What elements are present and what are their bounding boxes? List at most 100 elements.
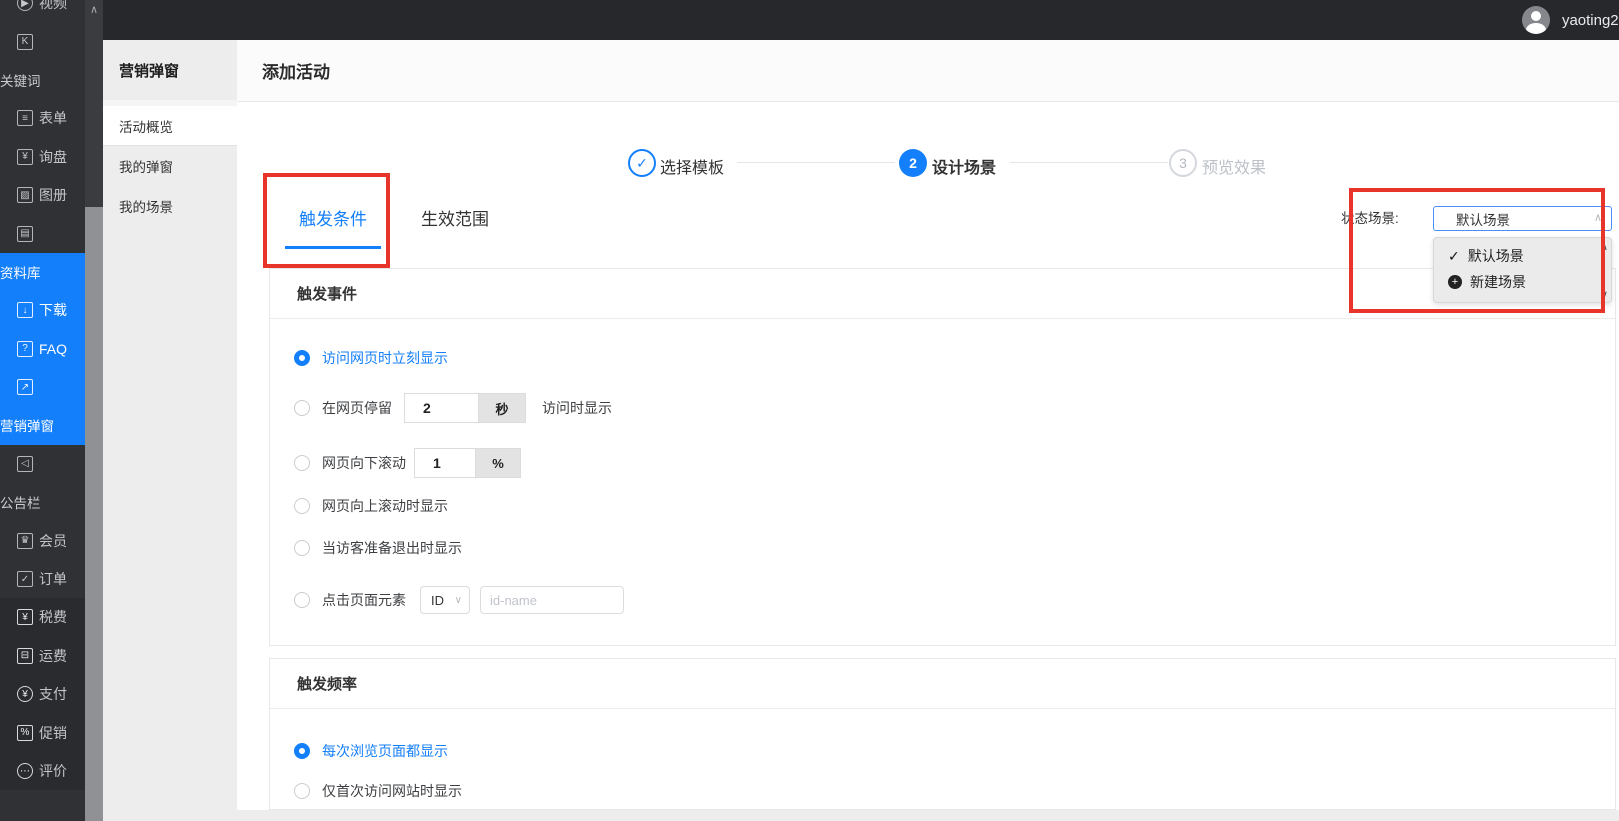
option-scroll-down-percent: 网页向下滚动 %	[294, 448, 521, 478]
unit-addon-percent: %	[475, 448, 521, 478]
trigger-event-section: 触发事件 访问网页时立刻显示 在网页停留 秒 访问时显示 网页向下滚动 % 网页…	[269, 268, 1616, 646]
step-3-circle: 3	[1169, 149, 1197, 177]
element-id-input[interactable]	[480, 586, 624, 614]
sidebar-item-member[interactable]: ♛会员	[0, 521, 85, 559]
video-icon: ▶	[17, 0, 33, 11]
comment-icon: ⋯	[17, 763, 33, 779]
section-title: 触发事件	[297, 283, 357, 304]
step-1-circle: ✓	[628, 149, 656, 177]
step-connector	[1010, 162, 1168, 163]
top-bar: yaoting20	[0, 0, 1619, 40]
scene-select-label: 状态场景:	[1341, 207, 1399, 227]
tab-bar: 触发条件 生效范围	[285, 195, 491, 249]
k-icon: K	[17, 34, 33, 50]
radio-selected[interactable]	[294, 743, 310, 759]
scene-select-value: 默认场景	[1456, 209, 1510, 229]
chevron-down-icon: ∨	[455, 595, 462, 606]
crown-icon: ♛	[17, 533, 33, 549]
sidebar-item-cards[interactable]: ▤	[0, 214, 85, 252]
sidebar-item-video[interactable]: ▶视频	[0, 0, 85, 22]
sidebar-group-announcement[interactable]: 公告栏	[0, 483, 85, 521]
sidebar-item-download[interactable]: ↓下载	[0, 291, 85, 329]
sidebar-group-keywords[interactable]: 关键词	[0, 61, 85, 99]
download-icon: ↓	[17, 302, 33, 318]
radio[interactable]	[294, 783, 310, 799]
scroll-percent-input[interactable]	[414, 448, 476, 478]
tab-trigger-conditions[interactable]: 触发条件	[285, 195, 381, 249]
sidebar-item-form[interactable]: ≡表单	[0, 99, 85, 137]
page-title: 添加活动	[262, 58, 330, 83]
page-background-strip	[237, 810, 1619, 821]
sidebar-group-marketing-popup[interactable]: 营销弹窗	[0, 406, 85, 444]
option-show-immediately: 访问网页时立刻显示	[294, 343, 448, 373]
sidebar-item-order[interactable]: ✓订单	[0, 560, 85, 598]
dropdown-scroll-down-icon[interactable]: ∨	[1600, 288, 1608, 301]
tab-effective-range[interactable]: 生效范围	[419, 195, 491, 249]
option-stay-seconds: 在网页停留 秒 访问时显示	[294, 393, 612, 423]
cards-icon: ▤	[17, 226, 33, 242]
section-title: 触发频率	[297, 673, 357, 694]
sidebar-item-gallery[interactable]: ▨图册	[0, 176, 85, 214]
option-click-element: 点击页面元素 ID ∨	[294, 585, 624, 615]
sidebar-item-speaker[interactable]: ◁	[0, 445, 85, 483]
step-3-label: 预览效果	[1202, 154, 1266, 178]
secondary-sidebar: 营销弹窗 活动概览 我的弹窗 我的场景	[103, 40, 237, 821]
sidebar-item-shipping[interactable]: ⊟运费	[0, 637, 85, 675]
user-avatar-icon	[1522, 6, 1550, 34]
plus-circle-icon: +	[1448, 275, 1462, 289]
radio-selected[interactable]	[294, 350, 310, 366]
sidebar-item-review[interactable]: ⋯评价	[0, 752, 85, 790]
sidebar-group-library[interactable]: 资料库	[0, 253, 85, 291]
radio[interactable]	[294, 592, 310, 608]
radio[interactable]	[294, 455, 310, 471]
scroll-up-icon[interactable]: ∧	[85, 0, 103, 18]
sidebar-item-expand[interactable]: ↗	[0, 368, 85, 406]
option-show-first-visit: 仅首次访问网站时显示	[294, 776, 462, 806]
user-menu[interactable]: yaoting20	[1522, 0, 1619, 40]
scene-dropdown: ✓ 默认场景 + 新建场景 ∧ ∨	[1433, 237, 1612, 303]
subnav-item-my-popups[interactable]: 我的弹窗	[103, 146, 237, 186]
check-icon: ✓	[1448, 248, 1460, 265]
element-type-select[interactable]: ID ∨	[420, 586, 470, 614]
option-show-every-view: 每次浏览页面都显示	[294, 736, 448, 766]
step-2-circle: 2	[899, 149, 927, 177]
percent-tag-icon: %	[17, 725, 33, 741]
currency-circle-icon: ¥	[17, 686, 33, 702]
inquiry-icon: ¥	[17, 149, 33, 165]
expand-icon: ↗	[17, 379, 33, 395]
step-2-label: 设计场景	[932, 154, 996, 178]
speaker-icon: ◁	[17, 456, 33, 472]
subnav-item-my-scenes[interactable]: 我的场景	[103, 186, 237, 226]
stay-seconds-input[interactable]	[404, 393, 479, 423]
sidebar-item-payment[interactable]: ¥支付	[0, 675, 85, 713]
step-1-label: 选择模板	[660, 154, 724, 178]
main-sidebar: ▶视频 K 关键词 ≡表单 ¥询盘 ▨图册 ▤ 资料库 ↓下载 ?FAQ ↗ 营…	[0, 0, 85, 821]
dropdown-option-new-scene[interactable]: + 新建场景	[1434, 269, 1611, 295]
sidebar-scrollbar[interactable]: ∧	[85, 0, 103, 821]
sidebar-item-tax[interactable]: ¥税费	[0, 598, 85, 636]
tax-icon: ¥	[17, 609, 33, 625]
dropdown-option-default-scene[interactable]: ✓ 默认场景	[1434, 243, 1611, 269]
sidebar-item-inquiry[interactable]: ¥询盘	[0, 138, 85, 176]
sidebar-item-promotion[interactable]: %促销	[0, 713, 85, 751]
clipboard-check-icon: ✓	[17, 571, 33, 587]
gallery-icon: ▨	[17, 187, 33, 203]
subnav-item-activity-overview[interactable]: 活动概览	[103, 106, 237, 146]
section-header: 触发事件	[270, 269, 1615, 319]
page-header: 添加活动	[237, 40, 1619, 102]
username: yaoting20	[1562, 12, 1619, 29]
sidebar-item-faq[interactable]: ?FAQ	[0, 330, 85, 368]
step-connector	[737, 162, 895, 163]
scene-select[interactable]: 默认场景 ∧	[1433, 206, 1612, 231]
radio[interactable]	[294, 498, 310, 514]
radio[interactable]	[294, 540, 310, 556]
section-header: 触发频率	[270, 659, 1615, 709]
dropdown-scroll-up-icon[interactable]: ∧	[1600, 240, 1608, 253]
radio[interactable]	[294, 400, 310, 416]
sidebar-item-k-module[interactable]: K	[0, 22, 85, 60]
truck-icon: ⊟	[17, 648, 33, 664]
option-exit-intent: 当访客准备退出时显示	[294, 533, 462, 563]
trigger-frequency-section: 触发频率 每次浏览页面都显示 仅首次访问网站时显示	[269, 658, 1616, 810]
unit-addon-seconds: 秒	[478, 393, 526, 423]
scrollbar-thumb[interactable]	[85, 207, 103, 821]
